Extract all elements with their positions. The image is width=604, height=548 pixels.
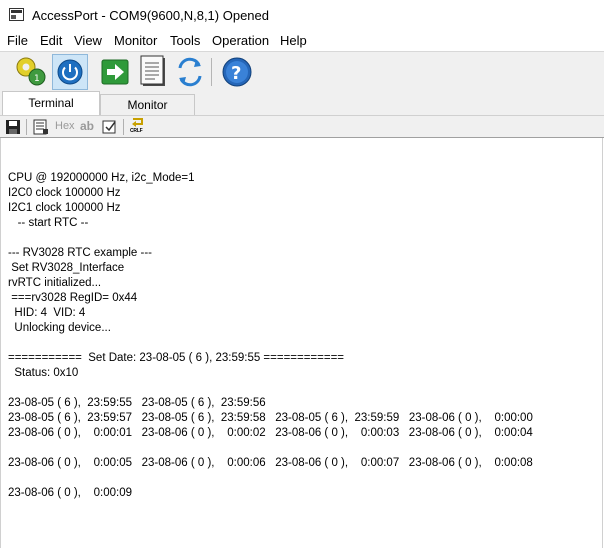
terminal-line: I2C0 clock 100000 Hz xyxy=(8,187,121,199)
send-arrow-icon xyxy=(101,59,129,85)
document-button[interactable] xyxy=(137,54,173,90)
terminal-line: ===rv3028 RegID= 0x44 xyxy=(8,292,138,304)
subbar-separator xyxy=(123,119,124,135)
menu-bar: File Edit View Monitor Tools Operation H… xyxy=(0,31,604,51)
crlf-button[interactable]: CRLF xyxy=(130,118,146,136)
svg-text:1: 1 xyxy=(34,74,40,84)
window-title: AccessPort - COM9(9600,N,8,1) Opened xyxy=(32,8,269,23)
menu-help[interactable]: Help xyxy=(280,33,307,48)
terminal-line: 23-08-06 ( 0 ), 0:00:01 23-08-06 ( 0 ), … xyxy=(8,427,533,439)
terminal-line: --- RV3028 RTC example --- xyxy=(8,247,153,259)
terminal-line: 23-08-06 ( 0 ), 0:00:09 xyxy=(8,487,133,499)
power-icon xyxy=(57,59,83,85)
app-icon xyxy=(9,8,24,21)
menu-view[interactable]: View xyxy=(74,33,102,48)
crlf-label: CRLF xyxy=(130,128,143,134)
main-toolbar: 1 ? xyxy=(0,51,604,92)
menu-edit[interactable]: Edit xyxy=(40,33,62,48)
help-icon: ? xyxy=(222,57,252,87)
terminal-line: =========== Set Date: 23-08-05 ( 6 ), 23… xyxy=(8,352,345,364)
terminal-line: Set RV3028_Interface xyxy=(8,262,125,274)
settings-gears-icon: 1 xyxy=(16,57,46,86)
terminal-line: CPU @ 192000000 Hz, i2c_Mode=1 xyxy=(8,172,195,184)
send-button[interactable] xyxy=(97,54,133,90)
subbar-separator xyxy=(26,119,27,135)
tab-monitor[interactable]: Monitor xyxy=(100,94,195,115)
terminal-line: HID: 4 VID: 4 xyxy=(8,307,86,319)
terminal-line: rvRTC initialized... xyxy=(8,277,102,289)
terminal-line: 23-08-05 ( 6 ), 23:59:55 23-08-05 ( 6 ),… xyxy=(8,397,266,409)
terminal-text: CPU @ 192000000 Hz, i2c_Mode=1 I2C0 clock… xyxy=(8,171,533,501)
menu-monitor[interactable]: Monitor xyxy=(114,33,157,48)
terminal-line: Unlocking device... xyxy=(8,322,111,334)
tab-terminal[interactable]: Terminal xyxy=(2,91,100,115)
terminal-line: Status: 0x10 xyxy=(8,367,79,379)
title-bar: AccessPort - COM9(9600,N,8,1) Opened xyxy=(0,0,604,31)
refresh-button[interactable] xyxy=(172,54,208,90)
terminal-line: 23-08-05 ( 6 ), 23:59:57 23-08-05 ( 6 ),… xyxy=(8,412,533,424)
settings-button[interactable]: 1 xyxy=(14,54,50,90)
edit-check-icon[interactable] xyxy=(102,119,118,135)
menu-tools[interactable]: Tools xyxy=(170,33,200,48)
terminal-line: -- start RTC -- xyxy=(8,217,89,229)
power-button[interactable] xyxy=(52,54,88,90)
tab-strip: Terminal Monitor xyxy=(0,91,604,115)
menu-file[interactable]: File xyxy=(7,33,28,48)
help-button[interactable]: ? xyxy=(219,54,255,90)
terminal-output[interactable]: CPU @ 192000000 Hz, i2c_Mode=1 I2C0 clock… xyxy=(0,138,603,548)
refresh-icon xyxy=(178,57,202,87)
terminal-toolbar: Hex ab CRLF xyxy=(0,115,604,138)
svg-text:?: ? xyxy=(231,63,241,84)
list-options-icon[interactable] xyxy=(33,119,49,135)
menu-operation[interactable]: Operation xyxy=(212,33,269,48)
hex-toggle[interactable]: Hex xyxy=(55,120,75,132)
toolbar-separator xyxy=(211,58,212,86)
terminal-line: 23-08-06 ( 0 ), 0:00:05 23-08-06 ( 0 ), … xyxy=(8,457,533,469)
ab-toggle[interactable]: ab xyxy=(80,119,94,133)
save-icon[interactable] xyxy=(5,119,21,135)
terminal-line: I2C1 clock 100000 Hz xyxy=(8,202,121,214)
document-icon xyxy=(140,55,165,86)
